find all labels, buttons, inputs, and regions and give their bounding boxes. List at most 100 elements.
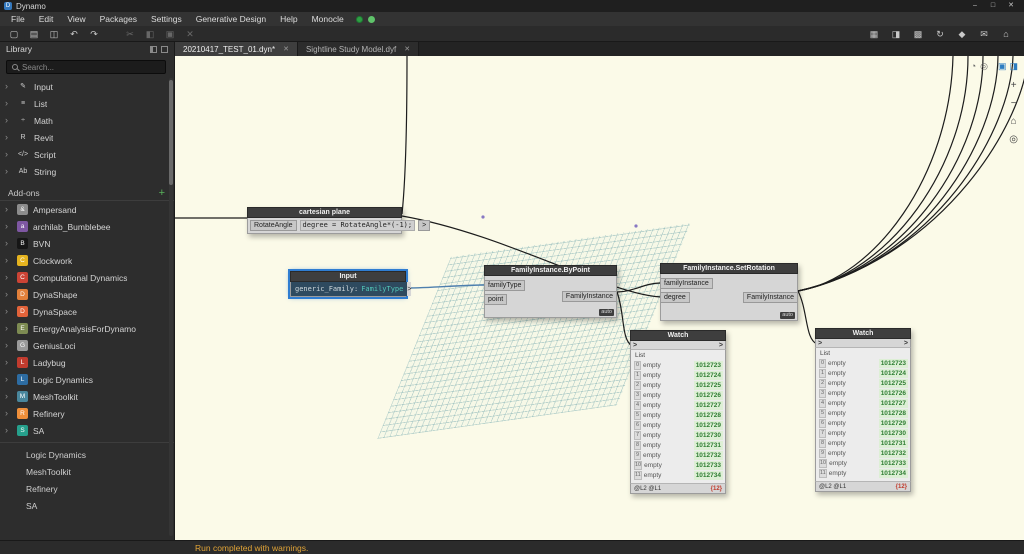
addon-item[interactable]: G GeniusLoci [0,337,174,354]
addon-category-item[interactable]: Refinery [0,480,174,497]
new-workspace-icon[interactable]: ▢ [8,27,20,41]
menu-item[interactable]: Generative Design [189,12,273,26]
undo-icon[interactable]: ↶ [68,27,80,41]
watch-levels[interactable]: @L2 @L1 [819,484,846,490]
close-icon[interactable]: ✕ [1002,0,1020,12]
node-title[interactable]: FamilyInstance.ByPoint [484,265,617,276]
addon-item[interactable]: M MeshToolkit [0,388,174,405]
library-section[interactable]: ≡ List [0,95,174,112]
cut-icon[interactable]: ✂ [124,27,136,41]
menu-item[interactable]: Settings [144,12,189,26]
node-title[interactable]: Watch [815,328,911,339]
tab-close-icon[interactable]: ✕ [283,45,289,53]
lacing-badge[interactable]: auto [780,312,795,319]
library-section[interactable]: </> Script [0,146,174,163]
watch-output-port[interactable]: > [719,342,723,349]
menu-item[interactable]: Edit [32,12,61,26]
input-port[interactable]: familyType [485,280,526,291]
open-file-icon[interactable]: ▤ [28,27,40,41]
addon-item[interactable]: a archilab_Bumblebee [0,218,174,235]
search-input[interactable] [22,62,152,72]
zoom-out-icon[interactable]: − [1009,98,1018,110]
node-familyinstance-setrotation[interactable]: FamilyInstance.SetRotation familyInstanc… [660,263,798,321]
output-port[interactable]: > [418,220,431,231]
watch-input-port[interactable]: > [633,342,637,349]
addon-category-item[interactable]: Logic Dynamics [0,446,174,463]
tab-workspace-2[interactable]: Sightline Study Model.dyf ✕ [297,42,420,56]
addon-item[interactable]: C Clockwork [0,252,174,269]
node-title[interactable]: Watch [630,330,726,341]
addon-item[interactable]: E EnergyAnalysisForDynamo [0,320,174,337]
node-input-generic-family[interactable]: Input generic_Family: FamilyType > [288,269,412,299]
node-title[interactable]: cartesian plane [247,207,402,218]
feedback-icon[interactable]: ✉ [978,27,990,41]
node-title[interactable]: FamilyInstance.SetRotation [660,263,798,274]
input-port[interactable]: point [485,294,508,305]
addon-item[interactable]: R Refinery [0,405,174,422]
output-port-familyinstance[interactable]: FamilyInstance [742,291,797,303]
watch-input-port[interactable]: > [818,340,822,347]
pan-view-icon[interactable]: ◎ [980,60,988,72]
library-section[interactable]: ✎ Input [0,78,174,95]
code-block-text[interactable]: degree = RotateAngle*(-1); [299,220,416,231]
addon-item[interactable]: L Logic Dynamics [0,371,174,388]
export-image-icon[interactable]: ▦ [868,27,880,41]
workspace-preview-icon[interactable]: ◨ [890,27,902,41]
menu-item[interactable]: View [60,12,92,26]
addon-item[interactable]: D DynaShape [0,286,174,303]
watch-output-port[interactable]: > [904,340,908,347]
addon-item[interactable]: D DynaSpace [0,303,174,320]
addon-item[interactable]: S SA [0,422,174,439]
graph-view-icon[interactable]: ◨ [1009,60,1018,72]
menu-item[interactable]: Help [273,12,304,26]
refresh-icon[interactable]: ↻ [934,27,946,41]
menu-item[interactable]: Packages [93,12,144,26]
tab-workspace-1[interactable]: 20210417_TEST_01.dyn* ✕ [175,42,298,56]
addon-item[interactable]: B BVN [0,235,174,252]
addon-category-item[interactable]: MeshToolkit [0,463,174,480]
add-package-icon[interactable]: + [159,187,165,199]
orbit-view-icon[interactable]: ◔ [971,60,976,72]
geometry-view-icon[interactable]: ▣ [998,60,1007,72]
node-watch-1[interactable]: Watch > > List 0 empty 1012723 1 empty 1… [630,330,726,494]
generative-design-status-icon[interactable] [355,15,363,23]
pin-library-icon[interactable] [150,45,157,53]
output-port[interactable]: > [407,282,412,296]
geometry-display-icon[interactable]: ◆ [956,27,968,41]
home-icon[interactable]: ⌂ [1000,27,1012,41]
graph-canvas[interactable]: cartesian plane RotateAngle degree = Rot… [175,56,1024,540]
node-watch-2[interactable]: Watch > > List 0 empty 1012723 1 empty 1… [815,328,911,492]
delete-icon[interactable]: ✕ [184,27,196,41]
watch-levels[interactable]: @L2 @L1 [634,486,661,492]
tab-close-icon[interactable]: ✕ [404,45,410,53]
notification-dot-icon[interactable] [367,15,375,23]
zoom-in-icon[interactable]: + [1009,80,1018,92]
pan-icon[interactable]: ◎ [1009,134,1018,146]
node-cartesian-plane[interactable]: cartesian plane RotateAngle degree = Rot… [247,207,431,234]
library-section[interactable]: Ab String [0,163,174,180]
minimize-icon[interactable]: – [966,0,984,12]
node-familyinstance-bypoint[interactable]: FamilyInstance.ByPoint familyType point F… [484,265,617,318]
library-search[interactable] [6,60,166,74]
menu-item[interactable]: File [4,12,32,26]
addon-item[interactable]: & Ampersand [0,201,174,218]
zoom-fit-icon[interactable]: ⌂ [1009,116,1018,128]
input-port[interactable]: familyInstance [661,278,713,289]
save-icon[interactable]: ◫ [48,27,60,41]
redo-icon[interactable]: ↷ [88,27,100,41]
library-section[interactable]: ÷ Math [0,112,174,129]
addon-category-item[interactable]: SA [0,497,174,514]
library-section[interactable]: R Revit [0,129,174,146]
maximize-icon[interactable]: □ [984,0,1002,12]
copy-icon[interactable]: ◧ [144,27,156,41]
addon-item[interactable]: L Ladybug [0,354,174,371]
sidebar-scrollbar-thumb[interactable] [169,80,173,185]
paste-icon[interactable]: ▣ [164,27,176,41]
node-title[interactable]: Input [290,271,406,282]
lacing-badge[interactable]: auto [599,309,614,316]
input-port-rotateangle[interactable]: RotateAngle [250,220,297,231]
menu-item[interactable]: Monocle [305,12,351,26]
input-port[interactable]: degree [661,292,690,303]
addon-item[interactable]: C Computational Dynamics [0,269,174,286]
output-port-familyinstance[interactable]: FamilyInstance [561,291,616,302]
